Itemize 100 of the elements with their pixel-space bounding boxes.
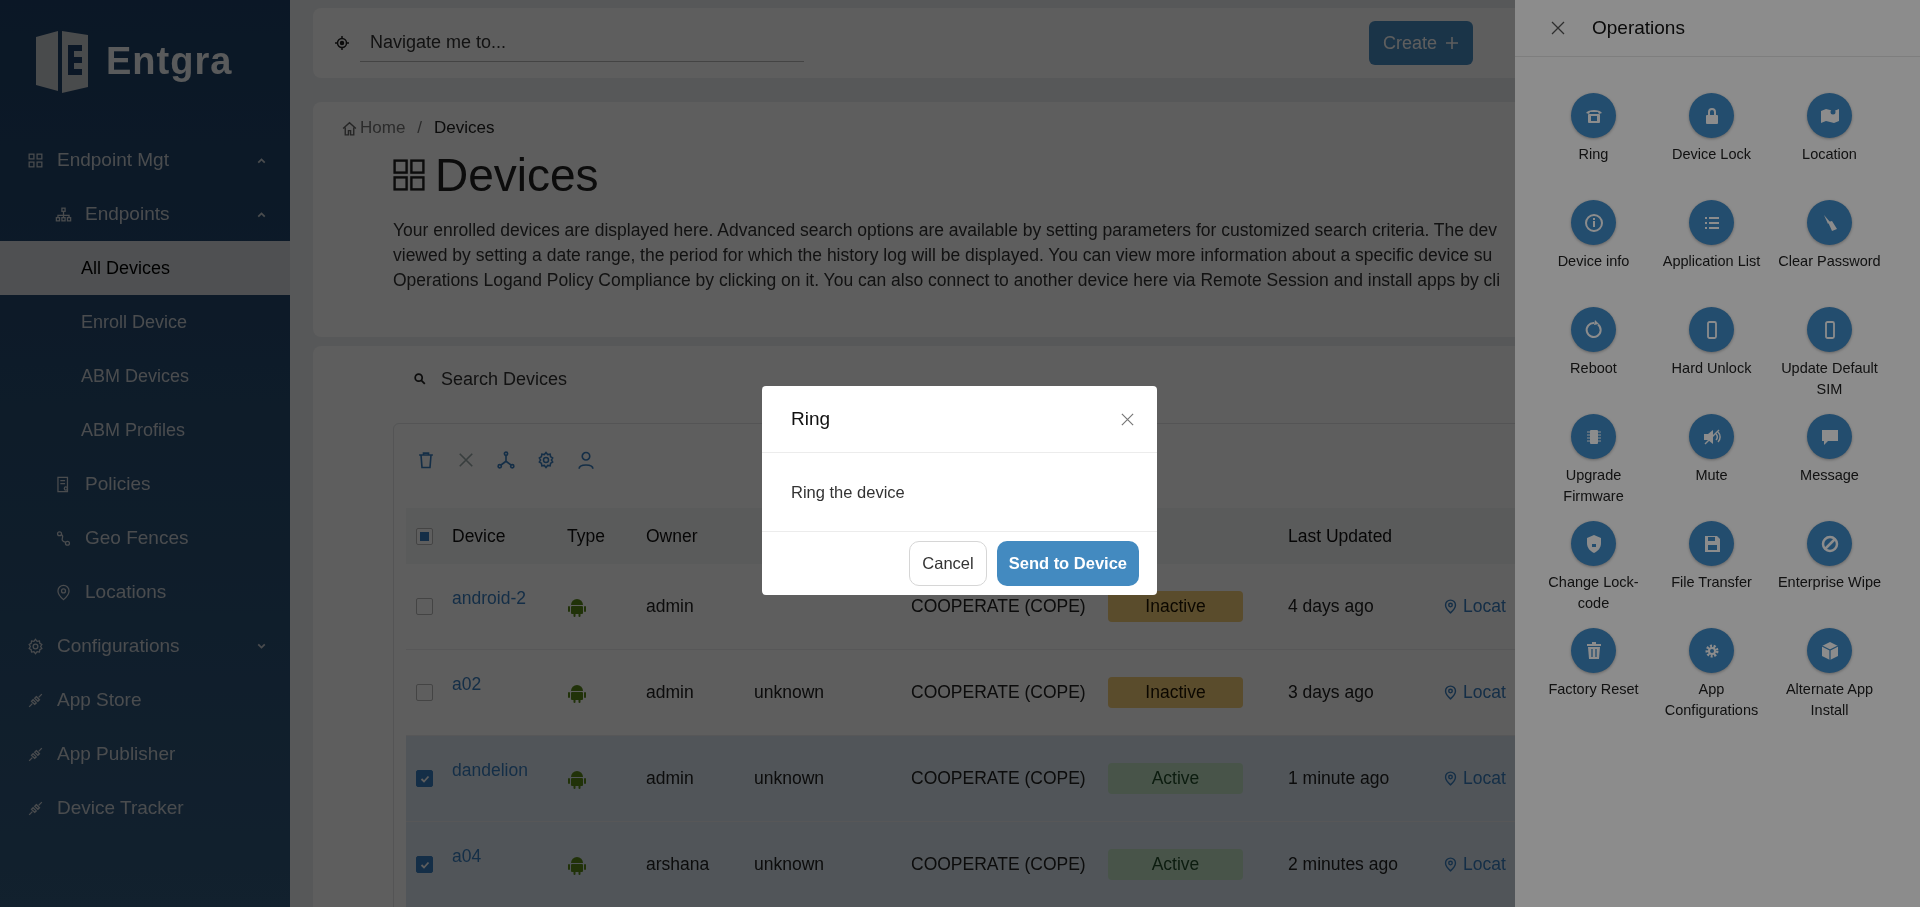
info-icon [1571,200,1616,245]
table-cell: COOPERATE (COPE) [911,854,1086,874]
operation-button[interactable]: File Transfer [1652,521,1771,628]
operation-button[interactable]: Factory Reset [1534,628,1653,735]
table-cell: 3 days ago [1288,682,1374,702]
column-header[interactable]: Device [452,525,506,547]
muted-speaker-icon [1689,414,1734,459]
description-text: viewed by setting a date range, the period for which the history log will be displayed. You can view more information about a specific device su [393,244,1493,267]
location-pin-icon [54,582,73,602]
table-cell: admin [646,596,694,616]
device-link[interactable]: a04 [452,846,482,866]
device-link[interactable]: android-2 [452,588,526,608]
operation-button[interactable]: Message [1770,414,1889,521]
crosshair-icon [334,35,350,51]
location-pin-icon [1442,856,1459,873]
operation-button[interactable]: Mute [1652,414,1771,521]
table-cell: 4 days ago [1288,596,1374,616]
table-cell: admin [646,682,694,702]
status-badge: Inactive [1108,591,1243,622]
operation-button[interactable]: Clear Password [1770,200,1889,307]
operation-button[interactable]: Alternate App Install [1770,628,1889,735]
operation-button[interactable]: Upgrade Firmware [1534,414,1653,521]
location-pin-icon [1442,598,1459,615]
operation-button[interactable]: Location [1770,93,1889,200]
grid-icon [393,159,425,191]
description-text: Operations Logand Policy Compliance by clicking on it. You can also connect to another device here via Remote Session and install apps by cli [393,269,1501,292]
location-pin-icon [1442,684,1459,701]
padlock-icon [1689,93,1734,138]
operation-button[interactable]: Application List [1652,200,1771,307]
table-cell: unknown [754,768,825,788]
search-icon [413,372,427,386]
close-icon[interactable] [1120,411,1135,427]
operation-button[interactable]: Hard Unlock [1652,307,1771,414]
status-badge: Active [1108,763,1243,794]
row-checkbox[interactable] [416,770,433,787]
description-text: Your enrolled devices are displayed here. Advanced search options are available by setting parameters for customized search criteria. The dev [393,219,1498,242]
location-link[interactable]: Locat [1463,596,1506,617]
create-button[interactable]: Create [1369,21,1474,65]
dialog-message: Ring the device [791,482,905,502]
sidebar-item[interactable]: All Devices [0,241,290,295]
status-badge: Inactive [1108,677,1243,708]
operation-button[interactable]: Device Lock [1652,93,1771,200]
close-icon[interactable] [1550,20,1566,36]
operation-button[interactable]: Update Default SIM [1770,307,1889,414]
status-badge: Active [1108,849,1243,880]
box-icon [1807,628,1852,673]
table-cell: COOPERATE (COPE) [911,768,1086,788]
trash-icon[interactable] [416,450,436,470]
column-header[interactable]: Owner [646,525,698,547]
navigate-field[interactable]: Navigate me to... [334,24,804,62]
breadcrumb-current: Devices [434,118,495,138]
location-link[interactable]: Locat [1463,768,1506,789]
operation-button[interactable]: Ring [1534,93,1653,200]
map-icon [1807,93,1852,138]
floppy-disk-icon [1689,521,1734,566]
speech-bubble-icon [1807,414,1852,459]
network-icon[interactable] [496,450,516,470]
send-to-device-button[interactable]: Send to Device [996,541,1139,586]
location-link[interactable]: Locat [1463,682,1506,703]
route-icon [54,528,73,548]
prohibited-icon [1807,521,1852,566]
trash-icon [1571,628,1616,673]
location-link[interactable]: Locat [1463,854,1506,875]
device-link[interactable]: dandelion [452,760,528,780]
table-cell: unknown [754,682,825,702]
page-title: Devices [435,148,599,202]
mobile-phone-icon [1689,307,1734,352]
breadcrumb-separator: / [417,118,423,138]
operation-button[interactable]: Enterprise Wipe [1770,521,1889,628]
operation-button[interactable]: Device info [1534,200,1653,307]
logo-text: Entgra [106,39,233,83]
device-link[interactable]: a02 [452,674,482,694]
column-header[interactable]: Type [567,525,605,547]
operation-button[interactable]: App Configurations [1652,628,1771,735]
gear-icon [1689,628,1734,673]
select-all-checkbox[interactable] [416,527,433,545]
settings-icon [26,636,45,656]
row-checkbox[interactable] [416,684,433,701]
table-cell: arshana [646,854,710,874]
table-cell: COOPERATE (COPE) [911,596,1086,616]
table-cell: 2 minutes ago [1288,854,1398,874]
operation-button[interactable]: Reboot [1534,307,1653,414]
dialog-title: Ring [791,408,831,430]
table-cell: admin [646,768,694,788]
phone-icon [1571,93,1616,138]
table-cell: COOPERATE (COPE) [911,682,1086,702]
settings-icon[interactable] [536,450,556,470]
row-checkbox[interactable] [416,856,433,873]
location-pin-icon [1442,770,1459,787]
list-icon [1689,200,1734,245]
cancel-button[interactable]: Cancel [909,541,987,586]
table-cell: 1 minute ago [1288,768,1390,788]
shield-icon [1571,521,1616,566]
close-icon[interactable] [456,450,476,470]
mobile-phone-icon [1807,307,1852,352]
row-checkbox[interactable] [416,598,433,615]
operation-button[interactable]: Change Lock-code [1534,521,1653,628]
user-icon[interactable] [576,450,596,470]
column-header[interactable]: Last Updated [1288,525,1393,547]
home-icon [341,119,358,137]
